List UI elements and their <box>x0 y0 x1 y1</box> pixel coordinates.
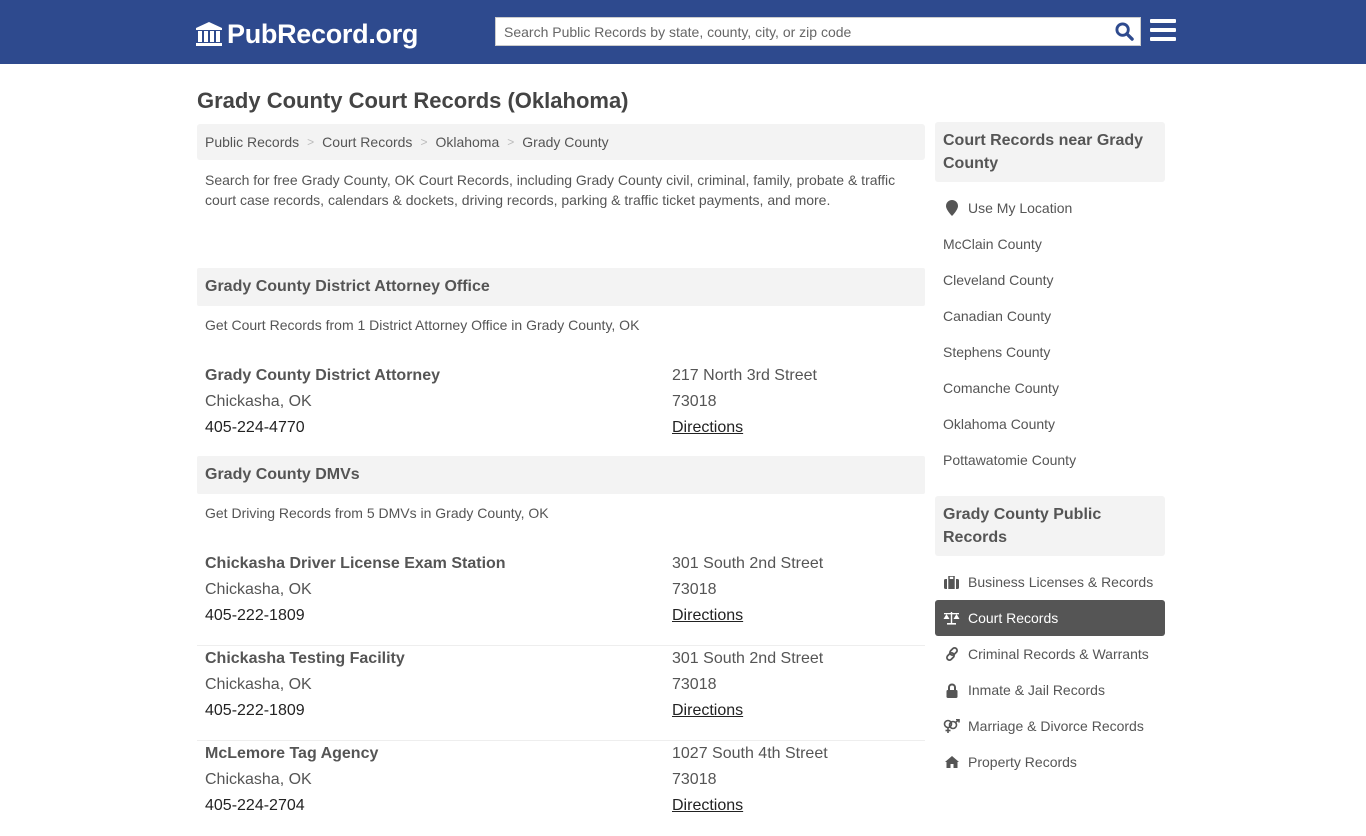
office-zip: 73018 <box>672 771 717 788</box>
office-street: 217 North 3rd Street <box>672 367 817 384</box>
lock-icon <box>943 682 960 698</box>
office-listing: Chickasha Driver License Exam Station Ch… <box>197 551 925 646</box>
office-city: Chickasha, OK <box>205 771 312 788</box>
office-street: 301 South 2nd Street <box>672 555 824 572</box>
section-district-attorney: Grady County District Attorney Office Ge… <box>197 268 925 451</box>
office-city: Chickasha, OK <box>205 581 312 598</box>
breadcrumb: Public Records > Court Records > Oklahom… <box>197 124 925 160</box>
sidebar: Court Records near Grady County Use My L… <box>935 122 1165 798</box>
section-dmvs: Grady County DMVs Get Driving Records fr… <box>197 456 925 836</box>
nearby-county-link[interactable]: Cleveland County <box>935 262 1165 298</box>
page-title: Grady County Court Records (Oklahoma) <box>197 88 629 113</box>
directions-link[interactable]: Directions <box>672 797 743 814</box>
sidebar-item-label: Inmate & Jail Records <box>968 682 1105 698</box>
office-street: 1027 South 4th Street <box>672 745 828 762</box>
sidebar-item-criminal-records[interactable]: Criminal Records & Warrants <box>935 636 1165 672</box>
directions-link[interactable]: Directions <box>672 419 743 436</box>
sidebar-item-label: Marriage & Divorce Records <box>968 718 1144 734</box>
sidebar-item-property-records[interactable]: Property Records <box>935 744 1165 780</box>
section-heading: Grady County District Attorney Office <box>197 268 925 306</box>
office-name: McLemore Tag Agency <box>205 745 379 762</box>
office-listing: Chickasha Testing Facility Chickasha, OK… <box>197 646 925 741</box>
office-phone[interactable]: 405-224-4770 <box>205 415 440 441</box>
sidebar-item-business-licenses[interactable]: Business Licenses & Records <box>935 564 1165 600</box>
office-phone[interactable]: 405-224-2704 <box>205 793 378 819</box>
briefcase-icon <box>943 574 960 590</box>
menu-bar <box>1150 37 1176 41</box>
sidebar-item-court-records[interactable]: Court Records <box>935 600 1165 636</box>
site-logo[interactable]: PubRecord.org <box>195 17 418 51</box>
search-input[interactable] <box>496 18 1108 45</box>
section-description: Get Driving Records from 5 DMVs in Grady… <box>205 505 549 521</box>
venus-mars-icon <box>943 718 960 734</box>
menu-bar <box>1150 19 1176 23</box>
hamburger-menu-button[interactable] <box>1150 19 1176 43</box>
link-icon <box>943 646 960 662</box>
top-navbar: PubRecord.org <box>0 0 1366 64</box>
office-street: 301 South 2nd Street <box>672 650 824 667</box>
search-button[interactable] <box>1108 18 1140 45</box>
menu-bar <box>1150 28 1176 32</box>
sidebar-item-inmate-records[interactable]: Inmate & Jail Records <box>935 672 1165 708</box>
breadcrumb-court-records[interactable]: Court Records <box>322 134 412 150</box>
intro-text: Search for free Grady County, OK Court R… <box>205 172 896 208</box>
breadcrumb-separator: > <box>420 135 428 149</box>
map-marker-icon <box>943 200 960 216</box>
nearby-county-link[interactable]: McClain County <box>935 226 1165 262</box>
office-city: Chickasha, OK <box>205 676 312 693</box>
breadcrumb-oklahoma[interactable]: Oklahoma <box>435 134 499 150</box>
nearby-county-link[interactable]: Pottawatomie County <box>935 442 1165 478</box>
breadcrumb-grady-county[interactable]: Grady County <box>522 134 608 150</box>
nearby-county-link[interactable]: Canadian County <box>935 298 1165 334</box>
use-my-location-button[interactable]: Use My Location <box>935 190 1165 226</box>
search-icon <box>1114 22 1134 41</box>
balance-scale-icon <box>943 610 960 626</box>
sidebar-item-label: Business Licenses & Records <box>968 574 1154 590</box>
section-heading: Grady County DMVs <box>197 456 925 494</box>
office-phone[interactable]: 405-222-1809 <box>205 603 506 629</box>
search-box <box>495 17 1141 46</box>
office-city: Chickasha, OK <box>205 393 312 410</box>
directions-link[interactable]: Directions <box>672 702 743 719</box>
nearby-list: Use My Location McClain County Cleveland… <box>935 182 1165 496</box>
logo-text: PubRecord.org <box>227 18 419 49</box>
office-zip: 73018 <box>672 581 717 598</box>
office-name: Chickasha Driver License Exam Station <box>205 555 506 572</box>
use-my-location-label: Use My Location <box>968 200 1073 216</box>
directions-link[interactable]: Directions <box>672 607 743 624</box>
nearby-heading: Court Records near Grady County <box>935 122 1165 182</box>
sidebar-item-marriage-records[interactable]: Marriage & Divorce Records <box>935 708 1165 744</box>
sidebar-item-label: Court Records <box>968 610 1059 626</box>
breadcrumb-public-records[interactable]: Public Records <box>205 134 299 150</box>
office-name: Grady County District Attorney <box>205 367 440 384</box>
section-description: Get Court Records from 1 District Attorn… <box>205 317 640 333</box>
office-listing: Grady County District Attorney Chickasha… <box>197 363 925 451</box>
office-zip: 73018 <box>672 393 717 410</box>
courthouse-icon <box>196 22 222 46</box>
nearby-county-link[interactable]: Oklahoma County <box>935 406 1165 442</box>
breadcrumb-separator: > <box>507 135 515 149</box>
public-records-heading: Grady County Public Records <box>935 496 1165 556</box>
office-name: Chickasha Testing Facility <box>205 650 405 667</box>
public-records-list: Business Licenses & Records Court Record… <box>935 556 1165 798</box>
nearby-county-link[interactable]: Comanche County <box>935 370 1165 406</box>
office-zip: 73018 <box>672 676 717 693</box>
sidebar-item-label: Criminal Records & Warrants <box>968 646 1149 662</box>
public-records-panel: Grady County Public Records Business Lic… <box>935 496 1165 798</box>
main-content: Public Records > Court Records > Oklahom… <box>197 124 925 836</box>
breadcrumb-separator: > <box>307 135 315 149</box>
office-listing: McLemore Tag Agency Chickasha, OK 405-22… <box>197 741 925 836</box>
nearby-panel: Court Records near Grady County Use My L… <box>935 122 1165 496</box>
office-phone[interactable]: 405-222-1809 <box>205 698 405 724</box>
nearby-county-link[interactable]: Stephens County <box>935 334 1165 370</box>
